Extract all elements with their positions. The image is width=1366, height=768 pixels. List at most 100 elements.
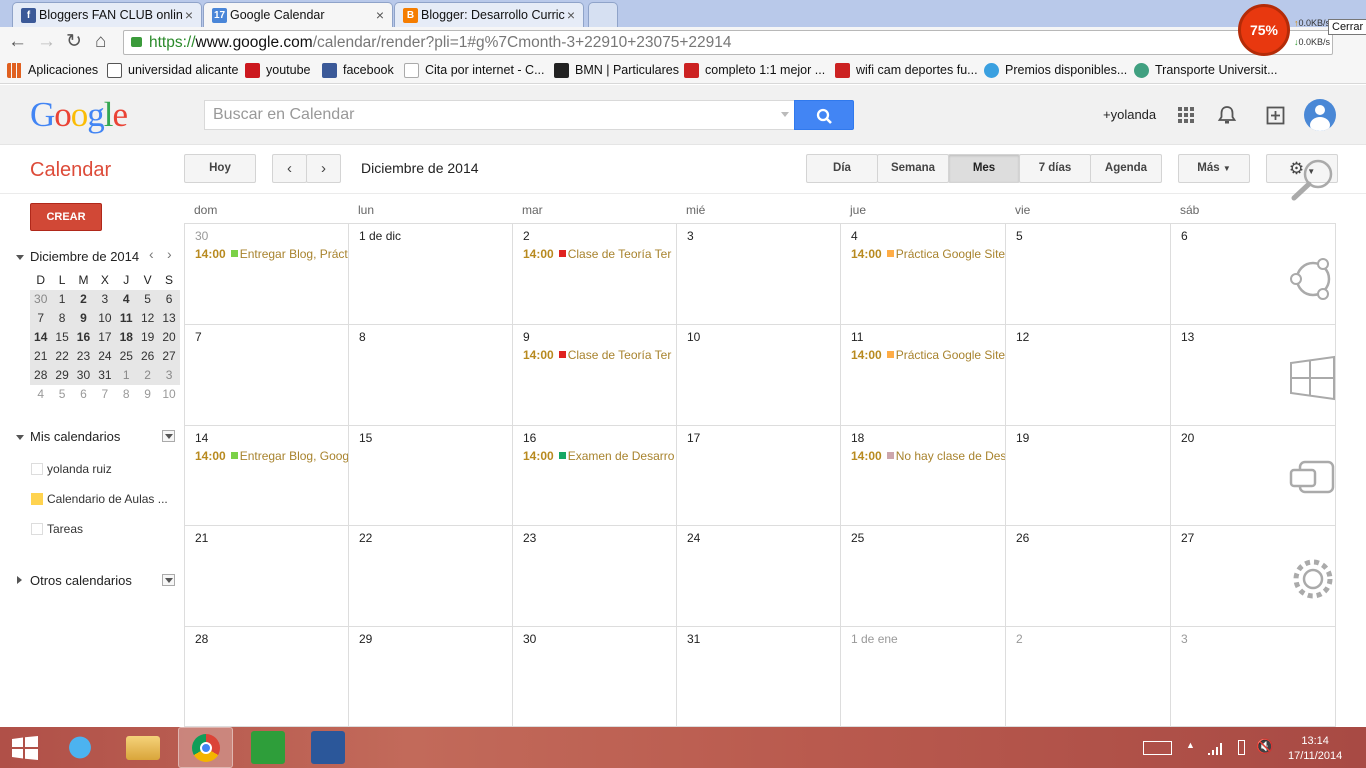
mini-day[interactable]: 28 — [30, 366, 51, 385]
more-button[interactable]: Más ▼ — [1178, 154, 1250, 183]
my-calendars-menu-button[interactable] — [162, 430, 175, 442]
mini-day[interactable]: 27 — [158, 347, 179, 366]
day-cell[interactable]: 21 — [185, 526, 349, 627]
mini-next-chevron-icon[interactable]: › — [167, 246, 172, 262]
search-button[interactable] — [794, 100, 854, 130]
other-calendars-menu-button[interactable] — [162, 574, 175, 586]
mini-day[interactable]: 30 — [30, 290, 51, 309]
mini-day[interactable]: 31 — [94, 366, 115, 385]
prev-period-button[interactable]: ‹ — [272, 154, 307, 183]
create-event-button[interactable]: CREAR — [30, 203, 102, 231]
search-magnifier-icon[interactable] — [1288, 156, 1338, 202]
mini-day[interactable]: 10 — [158, 385, 179, 404]
day-number[interactable]: 6 — [1181, 229, 1188, 243]
mini-day[interactable]: 5 — [137, 290, 158, 309]
day-number[interactable]: 2 — [523, 229, 530, 243]
tab-google-calendar[interactable]: 17 Google Calendar × — [203, 2, 393, 27]
mini-day[interactable]: 23 — [73, 347, 94, 366]
day-number[interactable]: 22 — [359, 531, 372, 545]
calendar-event[interactable]: 14:00 Práctica Google Site — [851, 348, 1005, 362]
apps-grid-icon[interactable] — [1178, 107, 1194, 123]
notifications-bell-icon[interactable] — [1217, 105, 1237, 125]
internet-explorer-icon[interactable] — [63, 731, 97, 764]
calendar-event[interactable]: 14:00 Entregar Blog, Práct — [195, 247, 348, 261]
day-cell[interactable]: 2 — [1006, 627, 1171, 727]
view-agenda-button[interactable]: Agenda — [1090, 154, 1162, 183]
calendar-item-aulas[interactable]: Calendario de Aulas ... — [31, 492, 168, 506]
day-cell[interactable]: 30 14:00 Entregar Blog, Práct — [185, 224, 349, 325]
mini-day[interactable]: 20 — [158, 328, 179, 347]
day-number[interactable]: 23 — [523, 531, 536, 545]
mini-day[interactable]: 30 — [73, 366, 94, 385]
word-icon[interactable] — [311, 731, 345, 764]
day-cell[interactable]: 1 de ene — [841, 627, 1006, 727]
address-bar[interactable]: https://www.google.com/calendar/render?p… — [123, 30, 1333, 55]
day-cell[interactable]: 8 — [349, 325, 513, 426]
close-icon[interactable]: × — [567, 7, 575, 23]
calendar-color-swatch[interactable] — [31, 463, 43, 475]
file-explorer-icon[interactable] — [126, 736, 160, 760]
mini-day[interactable]: 13 — [158, 309, 179, 328]
day-number[interactable]: 18 — [851, 431, 864, 445]
day-cell[interactable]: 17 — [677, 426, 841, 526]
day-number[interactable]: 27 — [1181, 531, 1194, 545]
windows-start-icon[interactable] — [1288, 354, 1338, 402]
day-number[interactable]: 21 — [195, 531, 208, 545]
day-cell[interactable]: 9 14:00 Clase de Teoría Ter — [513, 325, 677, 426]
day-cell[interactable]: 11 14:00 Práctica Google Site — [841, 325, 1006, 426]
calendar-event[interactable]: 14:00 Clase de Teoría Ter — [523, 348, 676, 362]
day-cell[interactable]: 24 — [677, 526, 841, 627]
day-cell[interactable]: 23 — [513, 526, 677, 627]
next-period-button[interactable]: › — [306, 154, 341, 183]
calendar-event[interactable]: 14:00 Examen de Desarro — [523, 449, 676, 463]
volume-muted-icon[interactable]: 🔇 — [1256, 738, 1273, 755]
mini-day[interactable]: 2 — [73, 290, 94, 309]
show-hidden-icons-chevron-icon[interactable]: ▲ — [1186, 740, 1195, 750]
bookmark-transporte[interactable]: Transporte Universit... — [1134, 63, 1278, 78]
day-cell[interactable]: 31 — [677, 627, 841, 727]
day-cell[interactable]: 5 — [1006, 224, 1171, 325]
day-cell[interactable]: 14 14:00 Entregar Blog, Goog — [185, 426, 349, 526]
day-number[interactable]: 2 — [1016, 632, 1023, 646]
mini-day[interactable]: 9 — [137, 385, 158, 404]
mini-day[interactable]: 22 — [51, 347, 72, 366]
calendar-event[interactable]: 14:00 Entregar Blog, Goog — [195, 449, 348, 463]
mini-calendar-title[interactable]: Diciembre de 2014 — [30, 249, 139, 264]
mini-day[interactable]: 3 — [158, 366, 179, 385]
day-cell[interactable]: 28 — [185, 627, 349, 727]
mini-day[interactable]: 2 — [137, 366, 158, 385]
chrome-taskbar-active[interactable] — [178, 727, 233, 768]
bookmark-premios[interactable]: Premios disponibles... — [984, 63, 1127, 78]
collapse-my-calendars-icon[interactable] — [16, 435, 24, 440]
day-number[interactable]: 3 — [1181, 632, 1188, 646]
mini-day[interactable]: 6 — [158, 290, 179, 309]
close-icon[interactable]: × — [376, 7, 384, 23]
google-logo[interactable]: Google — [30, 95, 128, 135]
day-number[interactable]: 19 — [1016, 431, 1029, 445]
mini-day[interactable]: 18 — [116, 328, 137, 347]
view-week-button[interactable]: Semana — [877, 154, 949, 183]
day-number[interactable]: 12 — [1016, 330, 1029, 344]
day-number[interactable]: 11 — [851, 330, 863, 344]
keyboard-icon[interactable] — [1143, 741, 1172, 755]
day-number[interactable]: 16 — [523, 431, 536, 445]
day-cell[interactable]: 16 14:00 Examen de Desarro — [513, 426, 677, 526]
day-cell[interactable]: 1 de dic — [349, 224, 513, 325]
day-number[interactable]: 26 — [1016, 531, 1029, 545]
search-options-caret-icon[interactable] — [781, 112, 789, 117]
back-arrow-icon[interactable]: ← — [8, 31, 27, 53]
day-number[interactable]: 30 — [195, 229, 208, 243]
bookmark-universidad-alicante[interactable]: universidad alicante — [107, 63, 239, 78]
day-cell[interactable]: 12 — [1006, 325, 1171, 426]
bookmark-wifi-cam[interactable]: wifi cam deportes fu... — [835, 63, 978, 78]
forward-arrow-icon[interactable]: → — [37, 31, 56, 53]
day-number[interactable]: 7 — [195, 330, 202, 344]
day-number[interactable]: 30 — [523, 632, 536, 646]
day-cell[interactable]: 22 — [349, 526, 513, 627]
mini-day[interactable]: 6 — [73, 385, 94, 404]
mini-day[interactable]: 4 — [116, 290, 137, 309]
app-title[interactable]: Calendar — [30, 159, 111, 182]
mini-day[interactable]: 4 — [30, 385, 51, 404]
avatar[interactable] — [1304, 99, 1336, 131]
mini-day[interactable]: 12 — [137, 309, 158, 328]
